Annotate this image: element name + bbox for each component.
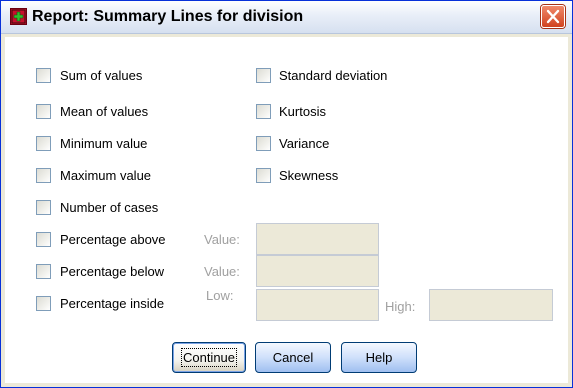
maximum-value-label[interactable]: Maximum value xyxy=(60,168,151,184)
window-title: Report: Summary Lines for division xyxy=(32,8,304,25)
above-value-label: Value: xyxy=(204,232,240,247)
close-icon[interactable] xyxy=(541,5,565,28)
cancel-button[interactable]: Cancel xyxy=(255,342,331,373)
above-value-field[interactable] xyxy=(256,223,379,255)
skewness-checkbox[interactable] xyxy=(256,168,271,183)
percentage-below-label[interactable]: Percentage below xyxy=(60,264,164,280)
dialog-window: Report: Summary Lines for division Sum o… xyxy=(0,0,573,388)
percentage-inside-checkbox[interactable] xyxy=(36,296,51,311)
inside-low-field[interactable] xyxy=(256,289,379,321)
percentage-above-checkbox[interactable] xyxy=(36,232,51,247)
variance-checkbox[interactable] xyxy=(256,136,271,151)
kurtosis-checkbox[interactable] xyxy=(256,104,271,119)
sum-of-values-label[interactable]: Sum of values xyxy=(60,68,142,84)
inside-high-label: High: xyxy=(385,299,416,314)
sum-of-values-checkbox[interactable] xyxy=(36,68,51,83)
continue-button[interactable]: Continue xyxy=(172,342,246,373)
standard-deviation-checkbox[interactable] xyxy=(256,68,271,83)
percentage-inside-label[interactable]: Percentage inside xyxy=(60,296,164,312)
percentage-above-label[interactable]: Percentage above xyxy=(60,232,166,248)
mean-of-values-checkbox[interactable] xyxy=(36,104,51,119)
minimum-value-label[interactable]: Minimum value xyxy=(60,136,147,152)
continue-button-label: Continue xyxy=(180,348,238,367)
number-of-cases-label[interactable]: Number of cases xyxy=(60,200,158,216)
number-of-cases-checkbox[interactable] xyxy=(36,200,51,215)
inside-low-label: Low: xyxy=(206,288,234,303)
percentage-below-checkbox[interactable] xyxy=(36,264,51,279)
title-bar[interactable]: Report: Summary Lines for division xyxy=(1,1,572,34)
dialog-content: Sum of values Mean of values Minimum val… xyxy=(5,37,568,383)
below-value-label: Value: xyxy=(204,264,240,279)
skewness-label[interactable]: Skewness xyxy=(279,168,338,184)
inside-high-field[interactable] xyxy=(429,289,553,321)
maximum-value-checkbox[interactable] xyxy=(36,168,51,183)
standard-deviation-label[interactable]: Standard deviation xyxy=(279,68,387,84)
minimum-value-checkbox[interactable] xyxy=(36,136,51,151)
mean-of-values-label[interactable]: Mean of values xyxy=(60,104,148,120)
below-value-field[interactable] xyxy=(256,255,379,287)
kurtosis-label[interactable]: Kurtosis xyxy=(279,104,326,120)
app-icon xyxy=(10,8,27,25)
variance-label[interactable]: Variance xyxy=(279,136,329,152)
help-button[interactable]: Help xyxy=(341,342,417,373)
